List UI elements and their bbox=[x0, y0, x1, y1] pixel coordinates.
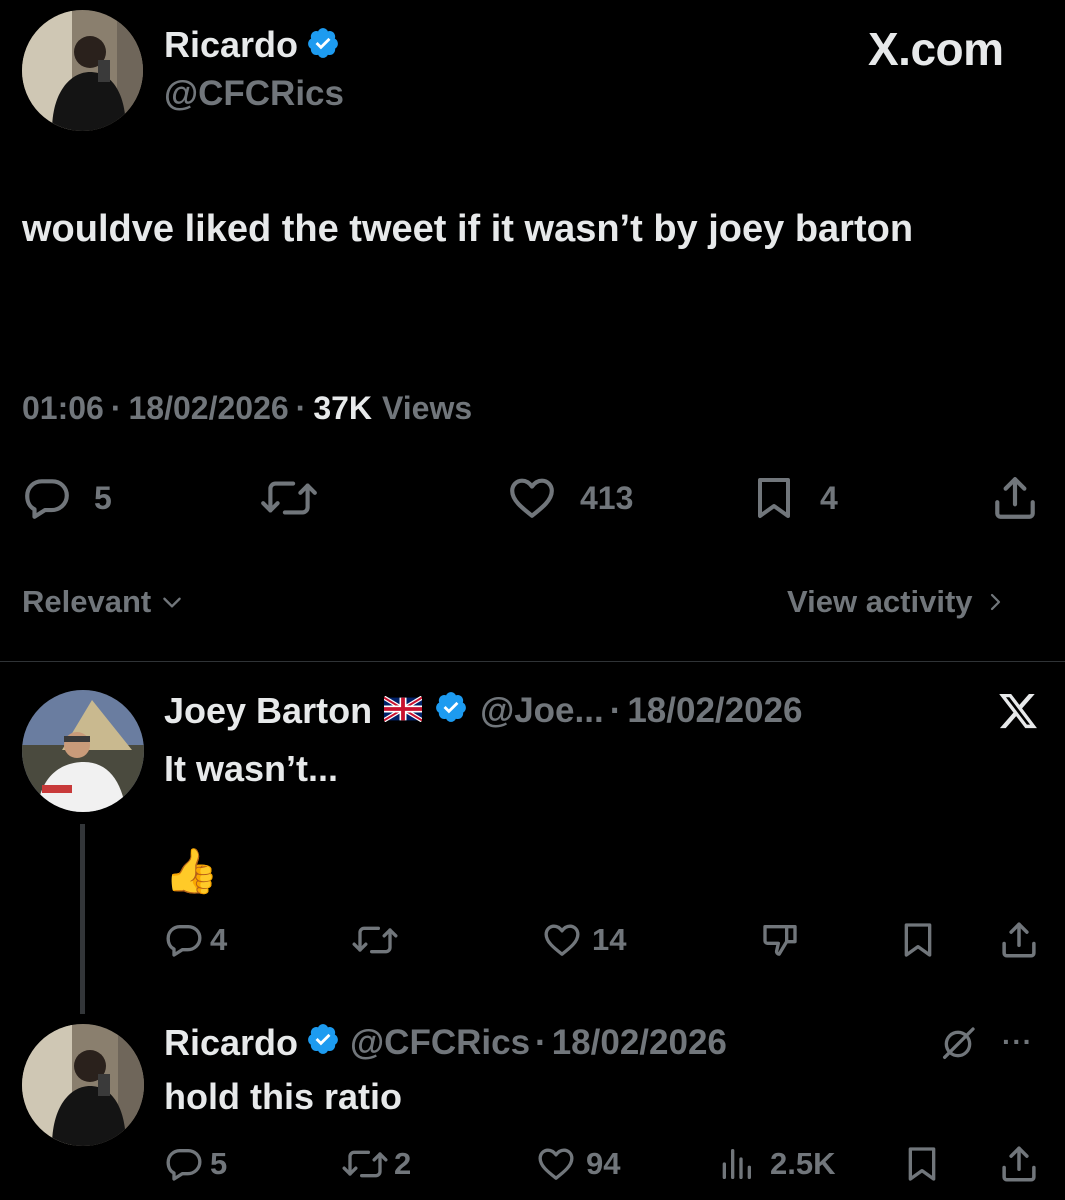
retweet-button[interactable] bbox=[258, 473, 320, 523]
reply-avatar[interactable] bbox=[22, 690, 144, 812]
author-avatar[interactable] bbox=[22, 10, 143, 131]
like-count: 94 bbox=[586, 1146, 621, 1181]
x-logo-icon bbox=[996, 690, 1040, 737]
analytics-icon bbox=[716, 1144, 756, 1184]
like-count: 413 bbox=[580, 479, 634, 516]
retweet-count: 2 bbox=[394, 1146, 412, 1181]
view-activity-link[interactable]: View activity bbox=[787, 582, 1007, 622]
tweet-time[interactable]: 01:06 bbox=[22, 390, 104, 427]
retweet-button[interactable]: 2 bbox=[340, 1142, 411, 1186]
section-divider bbox=[0, 661, 1065, 662]
bookmark-icon bbox=[898, 920, 938, 960]
bookmark-button[interactable]: 4 bbox=[750, 473, 838, 523]
thumbs-down-icon bbox=[758, 920, 802, 960]
verified-badge-icon bbox=[306, 1022, 340, 1065]
reply-icon bbox=[164, 920, 204, 960]
reply-button[interactable]: 5 bbox=[164, 1142, 227, 1186]
reply-button[interactable]: 5 bbox=[22, 473, 112, 523]
share-icon bbox=[990, 473, 1040, 523]
bookmark-button[interactable] bbox=[898, 918, 938, 962]
reply-text: It wasn’t... bbox=[164, 748, 339, 789]
author-name[interactable]: Ricardo bbox=[164, 24, 298, 66]
meta-separator: · bbox=[609, 691, 622, 730]
retweet-icon bbox=[350, 920, 400, 960]
views-button[interactable]: 2.5K bbox=[716, 1142, 835, 1186]
dislike-button[interactable] bbox=[758, 918, 802, 962]
reply-icon bbox=[22, 473, 72, 523]
sort-dropdown[interactable]: Relevant bbox=[22, 582, 185, 622]
thumbs-up-emoji: 👍 bbox=[164, 847, 219, 896]
retweet-button[interactable] bbox=[350, 918, 400, 962]
reply-count: 5 bbox=[94, 479, 112, 516]
reply-handle[interactable]: @Joe... bbox=[480, 691, 604, 731]
reply-count: 5 bbox=[210, 1146, 228, 1181]
uk-flag-icon bbox=[382, 691, 424, 731]
verified-badge-icon bbox=[306, 26, 340, 65]
bookmark-icon bbox=[902, 1144, 942, 1184]
reply-author-name[interactable]: Joey Barton bbox=[164, 690, 372, 732]
like-button[interactable]: 14 bbox=[540, 918, 626, 962]
chevron-down-icon bbox=[159, 589, 185, 615]
reply-date[interactable]: 18/02/2026 bbox=[627, 691, 802, 731]
retweet-icon bbox=[258, 473, 320, 523]
reply-icon bbox=[164, 1144, 204, 1184]
thread-line bbox=[80, 824, 85, 1014]
share-button[interactable] bbox=[998, 918, 1040, 962]
reply-count: 4 bbox=[210, 922, 228, 957]
like-count: 14 bbox=[592, 922, 627, 957]
share-icon bbox=[998, 919, 1040, 961]
views-count: 37K bbox=[313, 389, 373, 426]
view-activity-label: View activity bbox=[787, 584, 973, 619]
more-options-button[interactable]: ··· bbox=[1002, 1026, 1033, 1058]
chevron-right-icon bbox=[983, 588, 1007, 616]
reply-button[interactable]: 4 bbox=[164, 918, 227, 962]
share-icon bbox=[998, 1143, 1040, 1185]
heart-icon bbox=[534, 1144, 578, 1184]
views-count: 2.5K bbox=[770, 1146, 836, 1181]
heart-icon bbox=[540, 920, 584, 960]
source-label: X.com bbox=[868, 23, 1004, 75]
like-button[interactable]: 94 bbox=[534, 1142, 620, 1186]
like-button[interactable]: 413 bbox=[506, 473, 633, 523]
sort-label: Relevant bbox=[22, 584, 152, 619]
reply-text: hold this ratio bbox=[164, 1076, 402, 1117]
reply-date[interactable]: 18/02/2026 bbox=[552, 1023, 727, 1063]
author-handle[interactable]: @CFCRics bbox=[164, 74, 344, 114]
share-button[interactable] bbox=[990, 473, 1040, 523]
reply-avatar[interactable] bbox=[22, 1024, 144, 1146]
bookmark-icon bbox=[750, 473, 798, 523]
tweet-text: wouldve liked the tweet if it wasn’t by … bbox=[22, 208, 914, 250]
views-label: Views bbox=[382, 389, 473, 426]
retweet-icon bbox=[340, 1144, 390, 1184]
reply-author-name[interactable]: Ricardo bbox=[164, 1022, 298, 1064]
meta-separator: · bbox=[535, 1023, 547, 1062]
share-button[interactable] bbox=[998, 1142, 1040, 1186]
heart-icon bbox=[506, 473, 558, 523]
tweet-date[interactable]: 18/02/2026 bbox=[129, 390, 289, 427]
verified-badge-icon bbox=[434, 690, 468, 733]
meta-separator: · bbox=[110, 389, 122, 426]
grok-icon[interactable] bbox=[938, 1024, 978, 1069]
meta-separator: · bbox=[295, 389, 307, 426]
reply-handle[interactable]: @CFCRics bbox=[350, 1023, 530, 1063]
bookmark-button[interactable] bbox=[902, 1142, 942, 1186]
bookmark-count: 4 bbox=[820, 479, 838, 516]
